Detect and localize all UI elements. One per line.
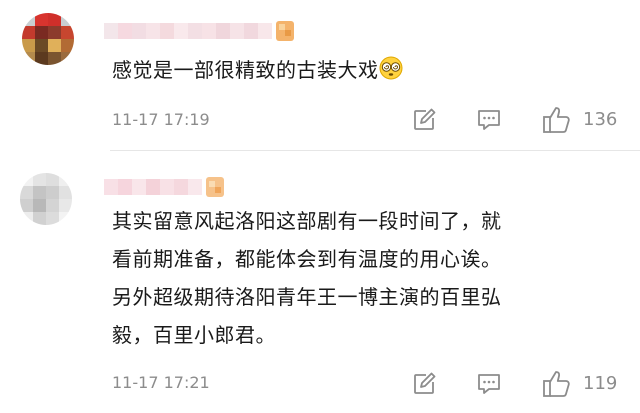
avatar[interactable]: [20, 173, 72, 225]
comment-text-line: 其实留意风起洛阳这部剧有一段时间了，就: [112, 209, 502, 233]
comment-text: 其实留意风起洛阳这部剧有一段时间了，就 看前期准备，都能体会到有温度的用心诶。 …: [112, 202, 622, 354]
comment-text-line: 毅，百里小郎君。: [112, 323, 276, 347]
comment-item: 其实留意风起洛阳这部剧有一段时间了，就 看前期准备，都能体会到有温度的用心诶。 …: [0, 0, 640, 397]
username-blurred[interactable]: [104, 174, 226, 200]
comment-text-line: 看前期准备，都能体会到有温度的用心诶。: [112, 247, 502, 271]
avatar-blurred-image: [20, 173, 72, 225]
username-mosaic: [104, 179, 202, 195]
edit-icon[interactable]: [412, 372, 436, 396]
comment-text-line: 另外超级期待洛阳青年王一博主演的百里弘: [112, 285, 502, 309]
thumbs-up-icon[interactable]: [542, 370, 572, 398]
comment-time: 11-17 17:21: [112, 373, 210, 392]
member-badge-icon: [206, 177, 224, 197]
reply-icon[interactable]: [476, 372, 502, 396]
like-count: 119: [583, 373, 618, 394]
